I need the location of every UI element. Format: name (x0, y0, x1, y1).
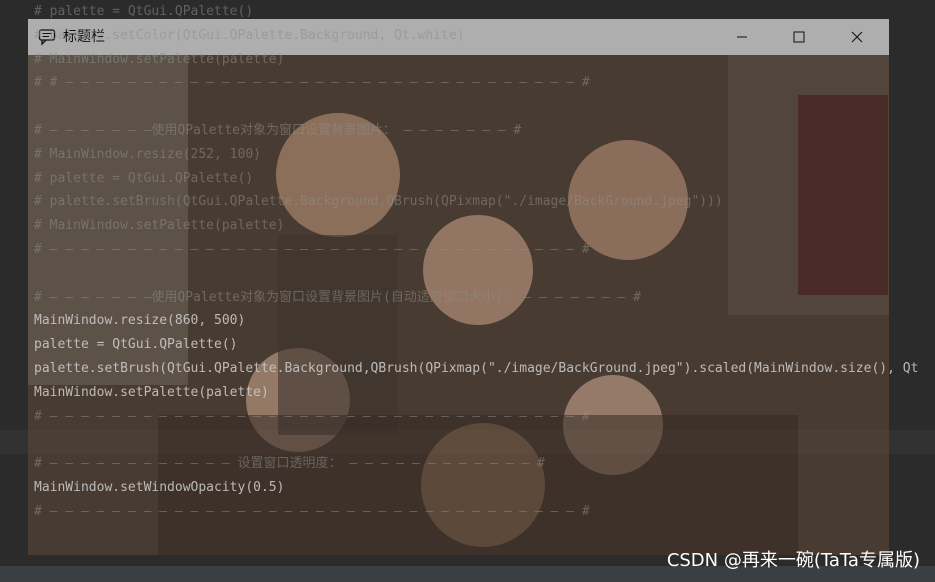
code-line: # MainWindow.setPalette(palette) (34, 218, 285, 234)
code-line: # — — — — — — — — — — — — — — — — — — — … (34, 503, 590, 519)
code-line: # — — — — — — —使用QPalette对象为窗口设置背景图片： — … (34, 122, 522, 138)
code-line: # MainWindow.resize(252, 100) (34, 146, 261, 162)
code-line: # — — — — — — —使用QPalette对象为窗口设置背景图片(自动适… (34, 289, 641, 305)
code-line: # — — — — — — — — — — — — — — — — — — — … (34, 241, 590, 257)
watermark-text: CSDN @再来一碗(TaTa专属版) (666, 550, 920, 571)
code-line: # palette.setBrush(QtGui.QPalette.Backgr… (34, 194, 723, 210)
code-line: # MainWindow.setPalette(palette) (34, 51, 285, 67)
code-line: palette.setBrush(QtGui.QPalette.Backgrou… (34, 360, 919, 376)
code-line: # # — — — — — — — — — — — — — — — — — — … (34, 75, 590, 91)
code-line: # palette = QtGui.QPalette() (34, 170, 254, 186)
code-line: # palette = QtGui.QPalette() (34, 4, 254, 19)
code-line: MainWindow.resize(860, 500) (34, 313, 246, 329)
code-line: palette = QtGui.QPalette() (34, 337, 238, 353)
code-line: # — — — — — — — — — — — — — — — — — — — … (34, 408, 590, 424)
code-line: # palette.setColor(QtGui.QPalette.Backgr… (34, 27, 465, 43)
code-line: # — — — — — — — — — — — — 设置窗口透明度： — — —… (34, 456, 545, 472)
code-line: MainWindow.setPalette(palette) (34, 384, 269, 400)
code-lines: # palette = QtGui.QPalette() # palette.se… (34, 0, 935, 524)
code-line: MainWindow.setWindowOpacity(0.5) (34, 479, 285, 495)
